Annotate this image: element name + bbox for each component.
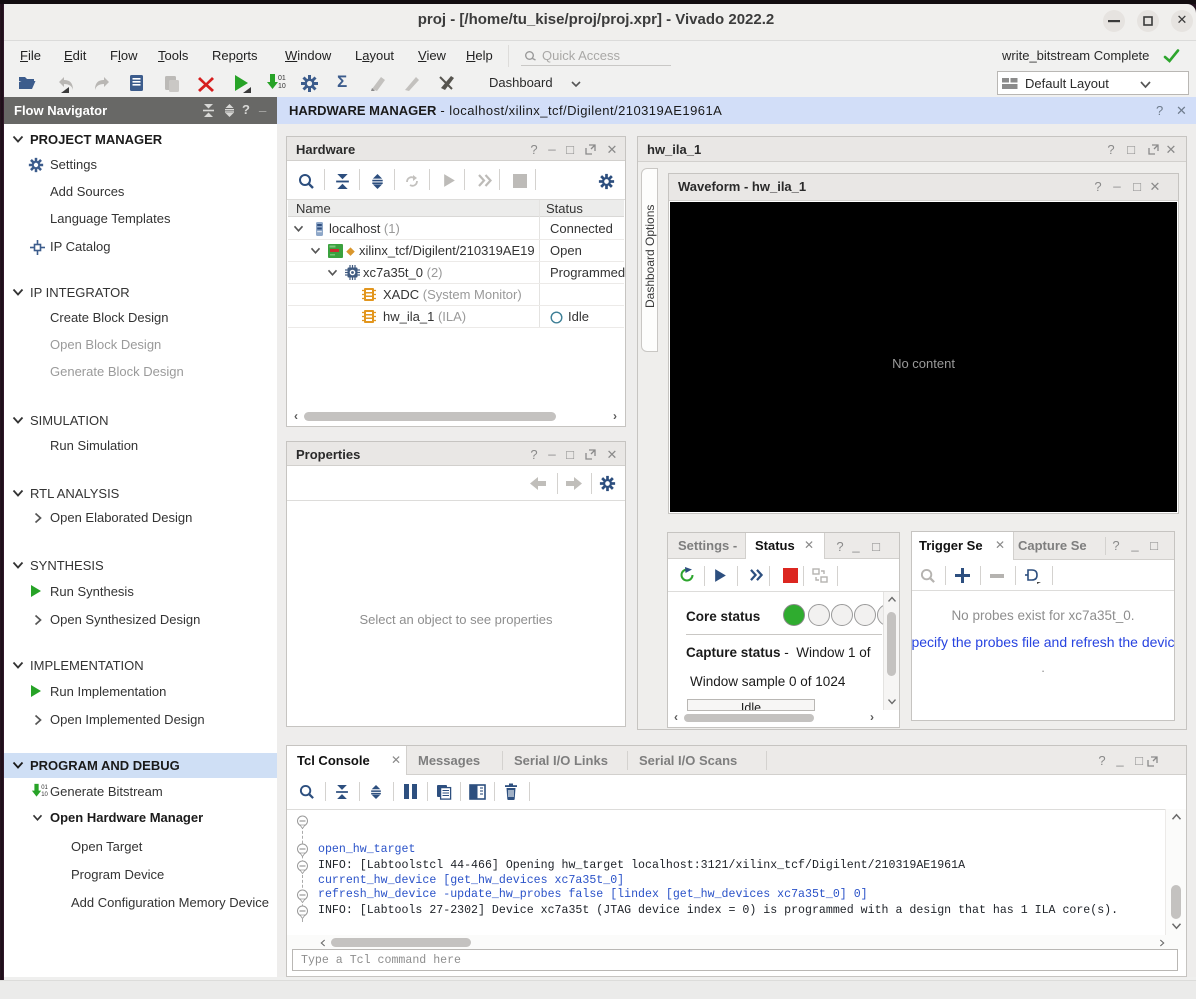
svg-text:10: 10 bbox=[278, 83, 286, 90]
svg-text:10: 10 bbox=[41, 792, 48, 798]
svg-text:01: 01 bbox=[41, 785, 48, 791]
svg-text:01: 01 bbox=[278, 75, 286, 82]
